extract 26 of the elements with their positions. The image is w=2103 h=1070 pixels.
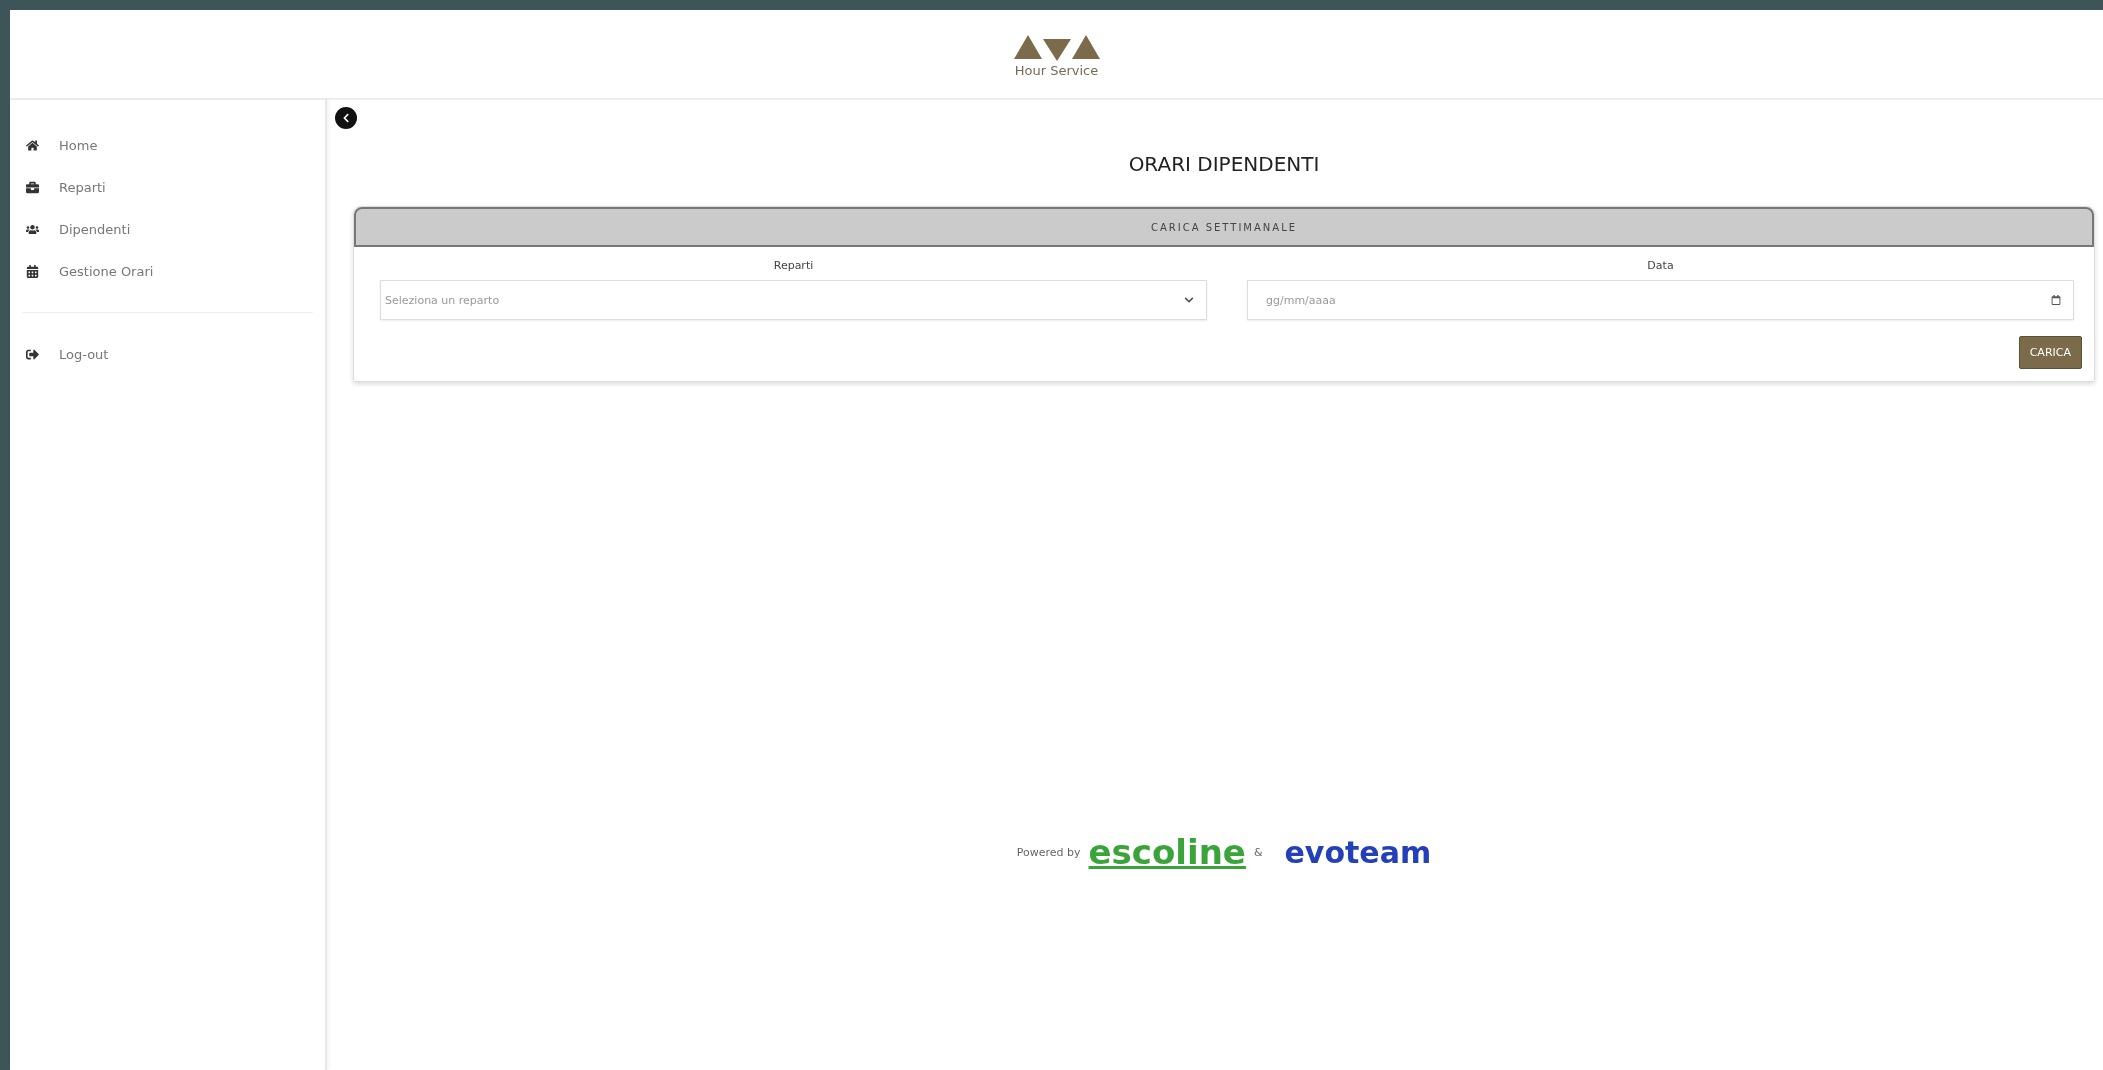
sidebar-item[interactable]: Gestione Orari — [10, 250, 325, 292]
home-icon — [26, 138, 39, 152]
chevron-left-icon — [341, 113, 351, 123]
calendar-icon — [2051, 295, 2061, 305]
sidebar-item[interactable]: Reparti — [10, 166, 325, 208]
users-icon — [26, 222, 39, 236]
ampersand: & — [1253, 845, 1263, 859]
partner-logo: evoteam — [1284, 834, 1432, 870]
load-button[interactable]: CARICA — [2018, 336, 2082, 369]
briefcase-icon — [26, 180, 39, 194]
chevron-icon — [1184, 295, 1194, 305]
calendar-icon — [26, 264, 39, 278]
collapse-button[interactable] — [335, 107, 357, 129]
brand-name: Hour Service — [1014, 62, 1099, 78]
powered-by-text: Powered by — [1016, 845, 1081, 859]
sidebar-item[interactable]: Log-out — [10, 333, 325, 375]
card-header: CARICA SETTIMANALE — [354, 207, 2094, 247]
date-field[interactable]: gg/mm/aaaa — [1247, 280, 2074, 320]
sidebar-item[interactable]: Home — [10, 124, 325, 166]
partner-logo: escoline — [1088, 832, 1246, 872]
select-field[interactable]: Seleziona un reparto — [380, 280, 1207, 320]
page-title: ORARI DIPENDENTI — [1127, 152, 1321, 176]
field-label: Reparti — [773, 259, 814, 272]
sidebar-item[interactable]: Dipendenti — [10, 208, 325, 250]
logout-icon — [26, 347, 39, 361]
field-label: Data — [1647, 259, 1674, 272]
